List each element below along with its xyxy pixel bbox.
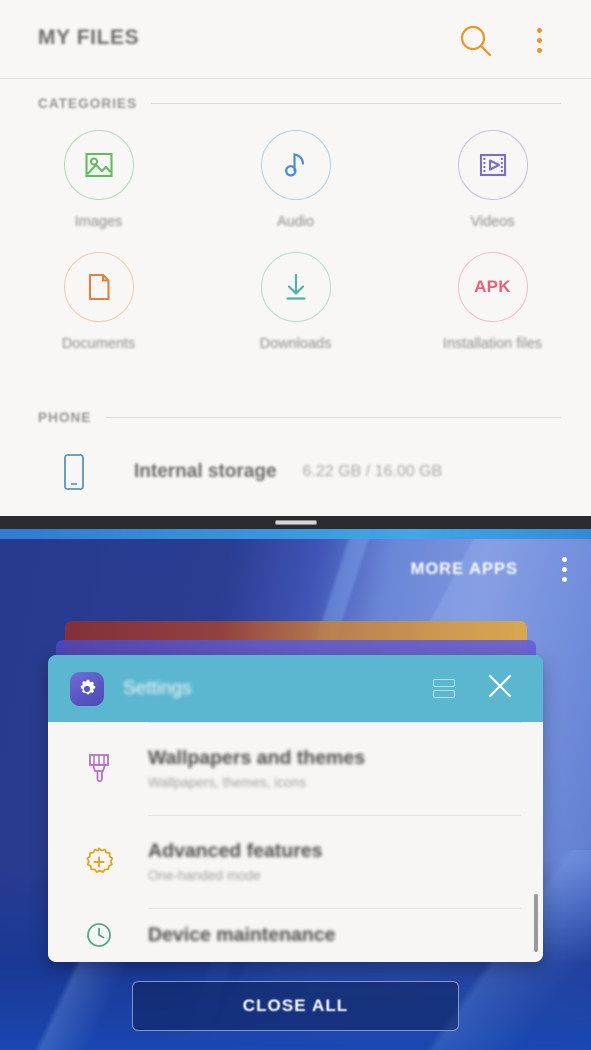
my-files-pane: MY FILES CATEGORIES Images Audio Videos … — [0, 0, 591, 516]
page-title: MY FILES — [38, 26, 140, 49]
split-screen-divider[interactable] — [0, 516, 591, 529]
category-icon-circle — [63, 130, 134, 200]
category-item-images[interactable]: Images — [0, 130, 197, 230]
image-icon — [84, 152, 113, 178]
wallpaper-top-band — [0, 529, 591, 539]
titlebar-actions — [433, 671, 543, 706]
close-all-button[interactable]: CLOSE ALL — [132, 981, 459, 1031]
settings-gear-icon — [70, 671, 104, 706]
categories-label: CATEGORIES — [38, 96, 138, 111]
settings-card-body: Wallpapers and themes Wallpapers, themes… — [48, 722, 543, 962]
my-files-header: MY FILES — [0, 0, 591, 79]
category-label: Downloads — [259, 336, 332, 352]
settings-row-advanced-features[interactable]: Advanced features One-handed mode — [48, 815, 543, 908]
screen-root: MY FILES CATEGORIES Images Audio Videos … — [0, 0, 591, 1050]
download-arrow-icon — [285, 273, 306, 300]
category-icon-circle — [260, 130, 331, 200]
document-icon — [88, 273, 110, 301]
storage-size: 6.22 GB / 16.00 GB — [302, 463, 443, 480]
dot — [536, 47, 542, 53]
category-icon-circle — [63, 252, 134, 322]
paintbrush-icon — [76, 749, 122, 789]
row-title: Advanced features — [148, 840, 323, 862]
category-item-documents[interactable]: Documents — [0, 252, 197, 352]
divider-handle[interactable] — [274, 520, 317, 525]
more-apps-row: MORE APPS — [0, 557, 591, 582]
split-screen-icon[interactable] — [433, 679, 455, 698]
dot — [536, 37, 542, 43]
card-scrollbar[interactable] — [534, 894, 538, 952]
more-apps-button[interactable]: MORE APPS — [411, 560, 518, 579]
search-icon[interactable] — [457, 22, 495, 65]
video-film-icon — [479, 153, 506, 177]
storage-name: Internal storage — [134, 461, 277, 482]
category-item-downloads[interactable]: Downloads — [197, 252, 394, 352]
phone-device-icon — [60, 452, 88, 492]
categories-grid: Images Audio Videos Documents Downloads … — [0, 130, 591, 352]
close-all-label: CLOSE ALL — [242, 996, 349, 1015]
category-label: Documents — [61, 336, 136, 352]
category-label: Installation files — [442, 336, 543, 352]
row-texts: Wallpapers and themes Wallpapers, themes… — [148, 747, 365, 790]
categories-section-header: CATEGORIES — [0, 96, 591, 111]
dot — [562, 557, 567, 562]
row-texts: Device maintenance — [148, 924, 336, 947]
settings-card-title: Settings — [123, 677, 192, 699]
category-label: Audio — [276, 214, 315, 230]
split-bar-bottom — [433, 690, 455, 698]
more-options-icon[interactable] — [528, 22, 550, 58]
row-title: Wallpapers and themes — [148, 747, 366, 769]
divider-line — [105, 417, 561, 418]
row-texts: Advanced features One-handed mode — [148, 840, 322, 883]
close-icon[interactable] — [485, 671, 515, 706]
category-item-videos[interactable]: Videos — [394, 130, 591, 230]
category-icon-circle — [260, 252, 331, 322]
category-icon-circle: APK — [457, 252, 528, 322]
phone-label: PHONE — [38, 410, 92, 425]
storage-list-item[interactable]: Internal storage 6.22 GB / 16.00 GB — [0, 452, 591, 492]
phone-section-header: PHONE — [0, 410, 591, 425]
recent-card-settings[interactable]: Settings Wallpapers and themes Wallpaper… — [48, 655, 543, 962]
settings-card-titlebar: Settings — [48, 655, 543, 722]
dot — [562, 577, 567, 582]
settings-row-device-maintenance[interactable]: Device maintenance — [48, 908, 543, 962]
category-label: Videos — [470, 214, 515, 230]
music-note-icon — [284, 153, 304, 177]
divider-line — [151, 103, 561, 104]
apk-icon: APK — [474, 277, 511, 296]
category-label: Images — [74, 214, 123, 230]
settings-row-wallpapers-and-themes[interactable]: Wallpapers and themes Wallpapers, themes… — [48, 722, 543, 815]
category-item-installation-files[interactable]: APK Installation files — [394, 252, 591, 352]
row-title: Device maintenance — [148, 923, 336, 946]
dot — [562, 567, 567, 572]
more-options-icon[interactable] — [562, 557, 567, 582]
category-icon-circle — [457, 130, 528, 200]
category-item-audio[interactable]: Audio — [197, 130, 394, 230]
split-bar-top — [433, 679, 455, 687]
row-subtitle: Wallpapers, themes, icons — [148, 775, 306, 790]
dot — [536, 27, 542, 33]
battery-maintenance-icon — [76, 917, 122, 953]
gear-plus-icon — [76, 844, 122, 880]
row-subtitle: One-handed mode — [148, 868, 261, 883]
